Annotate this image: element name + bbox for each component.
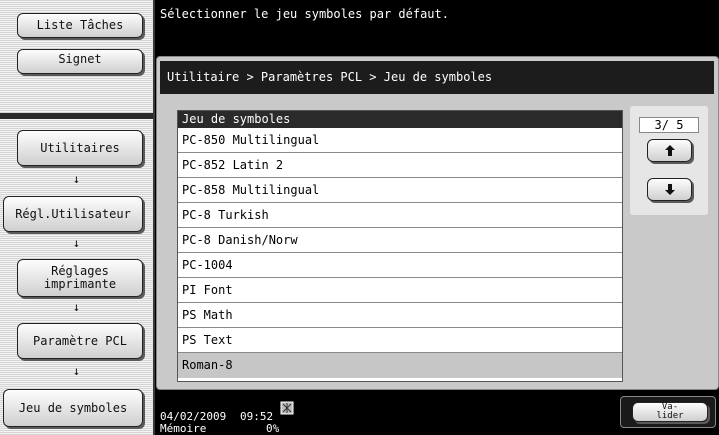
memory-label: Mémoire — [160, 422, 207, 435]
symbol-set-list: Jeu de symboles PC-850 Multilingual PC-8… — [177, 110, 623, 382]
page-indicator: 3/ 5 — [639, 117, 699, 133]
validate-button[interactable]: Va- lider — [632, 402, 708, 422]
network-status-icon — [280, 401, 294, 415]
left-panel-divider — [153, 0, 155, 435]
job-list-button[interactable]: Liste Tâches — [17, 13, 143, 38]
list-header: Jeu de symboles — [178, 111, 622, 128]
user-settings-button[interactable]: Régl.Utilisateur — [3, 196, 143, 232]
path-title-bar: Utilitaire > Paramètres PCL > Jeu de sym… — [160, 61, 714, 94]
list-item-pi-font[interactable]: PI Font — [178, 278, 622, 303]
bookmark-button[interactable]: Signet — [17, 49, 143, 74]
printer-settings-button[interactable]: Réglages imprimante — [17, 259, 143, 297]
list-rows: PC-850 Multilingual PC-852 Latin 2 PC-85… — [178, 128, 622, 378]
memory-value: 0% — [266, 422, 280, 435]
down-arrow-icon: ↓ — [72, 300, 81, 314]
list-item-pc852[interactable]: PC-852 Latin 2 — [178, 153, 622, 178]
down-arrow-icon: ↓ — [72, 172, 81, 186]
arrow-down-icon — [664, 184, 675, 195]
pager-panel: 3/ 5 — [630, 106, 708, 215]
page-down-button[interactable] — [647, 178, 692, 201]
down-arrow-icon: ↓ — [72, 364, 81, 378]
content-panel: Utilitaire > Paramètres PCL > Jeu de sym… — [156, 56, 719, 390]
down-arrow-icon: ↓ — [72, 236, 81, 250]
list-item-ps-text[interactable]: PS Text — [178, 328, 622, 353]
list-item-pc8-turkish[interactable]: PC-8 Turkish — [178, 203, 622, 228]
pcl-setting-button[interactable]: Paramètre PCL — [17, 323, 143, 359]
arrow-up-icon — [664, 145, 675, 156]
path-title: Utilitaire > Paramètres PCL > Jeu de sym… — [167, 70, 493, 84]
list-item-pc858[interactable]: PC-858 Multilingual — [178, 178, 622, 203]
list-item-pc1004[interactable]: PC-1004 — [178, 253, 622, 278]
instruction-message: Sélectionner le jeu symboles par défaut. — [160, 7, 449, 21]
page-up-button[interactable] — [647, 139, 692, 162]
left-separator — [0, 113, 153, 119]
list-item-ps-math[interactable]: PS Math — [178, 303, 622, 328]
list-item-pc850[interactable]: PC-850 Multilingual — [178, 128, 622, 153]
list-item-roman8-selected[interactable]: Roman-8 — [178, 353, 622, 378]
list-item-pc8-danish[interactable]: PC-8 Danish/Norw — [178, 228, 622, 253]
symbol-set-button[interactable]: Jeu de symboles — [3, 389, 143, 427]
utilities-button[interactable]: Utilitaires — [17, 130, 143, 166]
